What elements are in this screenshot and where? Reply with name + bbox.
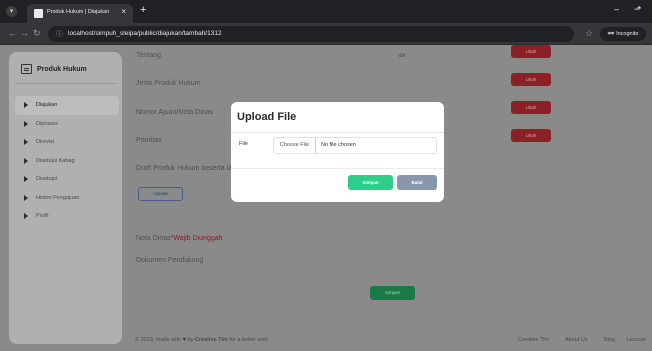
- sidebar-nav: Diajukan Diproses Direvisi Disetujui Kab…: [15, 96, 119, 226]
- document-icon: [21, 64, 32, 74]
- jenis-produk-label: Jenis Produk Hukum: [136, 80, 201, 87]
- brand-title: Produk Hukum: [37, 65, 87, 73]
- footer-author-link[interactable]: Creative Tim: [195, 337, 228, 343]
- tentang-label: Tentang: [136, 52, 161, 59]
- forward-icon[interactable]: →: [20, 28, 29, 38]
- required-note: *Wajib Diunggah: [170, 235, 223, 242]
- caret-right-icon: [24, 176, 28, 183]
- tab-close-icon[interactable]: ×: [121, 7, 126, 16]
- sidebar-item-diajukan[interactable]: Diajukan: [15, 96, 119, 115]
- footer-link-license[interactable]: License: [627, 337, 646, 343]
- modal-footer-divider: [231, 168, 444, 169]
- batal-button[interactable]: Batal: [397, 175, 437, 190]
- dokumen-pendukung-label: Dokumen Pendukung: [136, 257, 204, 264]
- caret-right-icon: [24, 157, 28, 164]
- favicon-icon: [34, 9, 43, 18]
- tentang-value: tdk: [398, 53, 406, 59]
- prioritas-label: Prioritas: [136, 137, 162, 144]
- sidebar-item-label: Disetujui: [36, 176, 58, 183]
- caret-right-icon: [24, 120, 28, 127]
- footer-link-about-us[interactable]: About Us: [565, 337, 588, 343]
- caret-right-icon: [24, 102, 28, 109]
- caret-right-icon: [24, 194, 28, 201]
- sidebar-item-profil[interactable]: Profil: [15, 207, 119, 226]
- minimize-icon[interactable]: –: [614, 4, 619, 14]
- sidebar-item-disetujui-kabag[interactable]: Disetujui Kabag: [15, 152, 119, 171]
- upload-button[interactable]: Upload: [138, 187, 183, 201]
- browser-tab[interactable]: Produk Hukum | Diajukan ×: [27, 4, 133, 23]
- browser-tab-bar: ▾ Produk Hukum | Diajukan × + – ⬏: [0, 0, 652, 23]
- caret-right-icon: [24, 213, 28, 220]
- footer-prefix: © 2023, made with: [135, 337, 181, 343]
- simpan-button[interactable]: Simpan: [348, 175, 393, 190]
- sidebar-divider: [15, 83, 116, 84]
- footer-link-creative-tim[interactable]: Creative Tim: [518, 337, 549, 343]
- sidebar-item-label: Direvisi: [36, 139, 55, 146]
- footer-suffix: for a better web.: [229, 337, 270, 343]
- nomor-ajuan-label: Nomor Ajuan/Nota Dinas: [136, 109, 214, 116]
- tab-title: Produk Hukum | Diajukan: [47, 9, 110, 15]
- address-bar[interactable]: ⓘ localhost/simpuh_sleipa/public/diajuka…: [48, 26, 574, 42]
- incognito-icon: 🕶: [607, 31, 615, 37]
- footer-link-blog[interactable]: Blog: [604, 337, 615, 343]
- sidebar-item-direvisi[interactable]: Direvisi: [15, 133, 119, 152]
- modal-title: Upload File: [237, 111, 297, 123]
- caret-right-icon: [24, 139, 28, 146]
- ubah-button-jenis[interactable]: Ubah: [511, 73, 551, 86]
- pin-icon[interactable]: ⬏: [634, 4, 642, 15]
- reload-icon[interactable]: ↻: [33, 28, 41, 39]
- incognito-label: Incognito: [616, 31, 639, 37]
- ubah-button-tentang[interactable]: Ubah: [511, 45, 551, 58]
- sidebar: Produk Hukum Diajukan Diproses Direvisi …: [9, 52, 122, 344]
- page-viewport: Produk Hukum Diajukan Diproses Direvisi …: [0, 45, 652, 351]
- sidebar-item-histori-pengajuan[interactable]: Histori Pengajuan: [15, 189, 119, 208]
- sidebar-item-label: Diproses: [36, 120, 58, 127]
- choose-file-button[interactable]: Choose File: [274, 138, 316, 153]
- incognito-badge[interactable]: 🕶 Incognito: [600, 27, 646, 41]
- sidebar-item-label: Disetujui Kabag: [36, 157, 75, 164]
- browser-toolbar: ← → ↻ ⓘ localhost/simpuh_sleipa/public/d…: [0, 23, 652, 45]
- ubah-button-prioritas[interactable]: Ubah: [511, 129, 551, 142]
- sidebar-item-diproses[interactable]: Diproses: [15, 115, 119, 134]
- modal-header-divider: [231, 132, 444, 133]
- sidebar-item-label: Diajukan: [36, 102, 58, 109]
- footer-copyright: © 2023, made with ♥ by Creative Tim for …: [135, 337, 269, 343]
- new-tab-icon[interactable]: +: [140, 4, 146, 16]
- url-text: localhost/simpuh_sleipa/public/diajukan/…: [68, 30, 222, 37]
- bookmark-star-icon[interactable]: ☆: [585, 28, 593, 39]
- window-menu-icon[interactable]: ▾: [6, 6, 17, 17]
- brand[interactable]: Produk Hukum: [21, 61, 87, 77]
- back-icon[interactable]: ←: [8, 28, 17, 38]
- site-info-icon[interactable]: ⓘ: [56, 29, 63, 39]
- sidebar-item-label: Histori Pengajuan: [36, 194, 80, 201]
- file-status-text: No file chosen: [321, 142, 356, 148]
- nota-dinas-label: Nota Dinas*Wajib Diunggah: [136, 235, 223, 242]
- nota-dinas-text: Nota Dinas: [136, 235, 171, 242]
- upload-file-modal: Upload File File Choose File No file cho…: [231, 102, 444, 202]
- sidebar-item-disetujui[interactable]: Disetujui: [15, 170, 119, 189]
- footer-by: by: [187, 337, 194, 343]
- file-label: File: [239, 141, 248, 147]
- simpan-button-main[interactable]: Simpan: [370, 286, 415, 300]
- ubah-button-nomor[interactable]: Ubah: [511, 101, 551, 114]
- heart-icon: ♥: [182, 337, 187, 343]
- sidebar-item-label: Profil: [36, 213, 49, 220]
- file-input[interactable]: Choose File No file chosen: [273, 137, 437, 154]
